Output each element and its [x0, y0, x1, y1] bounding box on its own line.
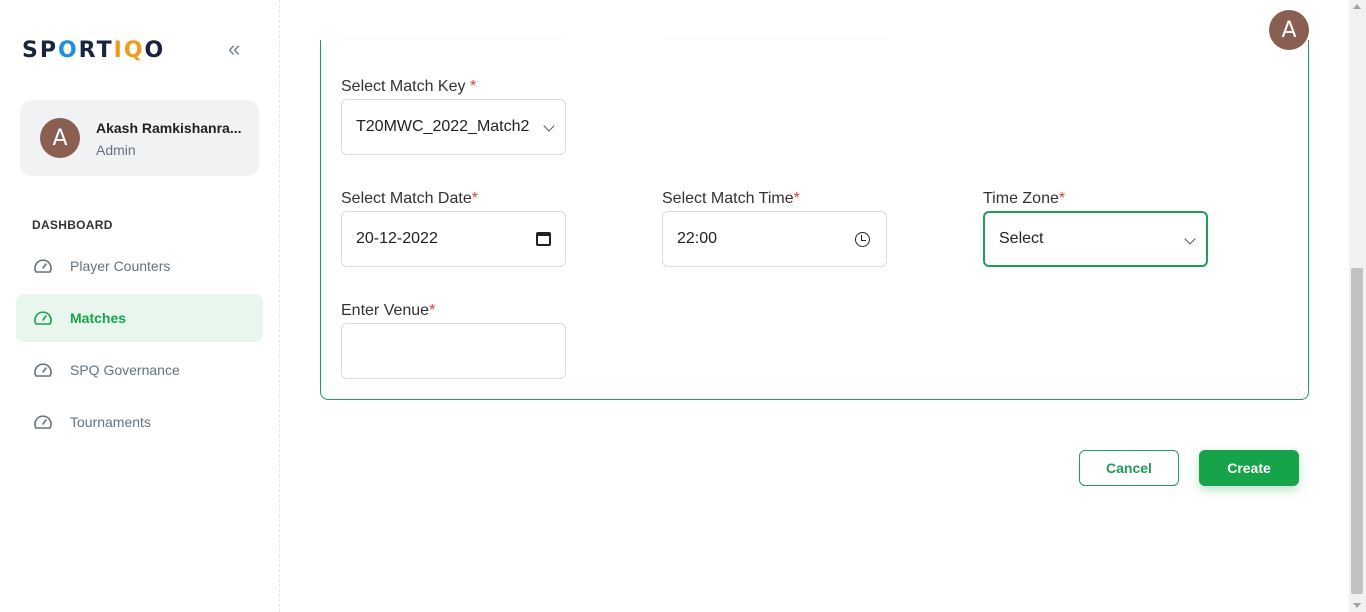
user-name: Akash Ramkishanra... [96, 120, 242, 136]
user-role: Admin [96, 142, 136, 158]
sidebar-item-label: Matches [70, 310, 127, 326]
scroll-down-icon[interactable] [1353, 603, 1361, 608]
chevron-down-icon [543, 120, 555, 132]
sportiqo-logo[interactable]: SPORTIQO [22, 38, 165, 63]
match-date-input[interactable]: 20-12-2022 [341, 211, 566, 267]
match-key-select[interactable]: T20MWC_2022_Match2 [341, 99, 566, 155]
match-key-label: Select Match Key * [341, 78, 477, 95]
match-time-value: 22:00 [677, 230, 718, 247]
scrollbar-thumb[interactable] [1351, 268, 1363, 594]
venue-input[interactable] [341, 323, 566, 379]
time-zone-value: Select [999, 230, 1044, 247]
sidebar: SPORTIQO « A Akash Ramkishanra... Admin … [0, 0, 280, 612]
match-key-value: T20MWC_2022_Match2 [356, 118, 530, 135]
user-avatar: A [40, 118, 80, 158]
calendar-icon[interactable] [536, 232, 551, 246]
sidebar-item-matches[interactable]: Matches [16, 294, 263, 342]
speedometer-icon [34, 259, 52, 273]
create-button[interactable]: Create [1199, 450, 1299, 486]
match-date-value: 20-12-2022 [356, 230, 438, 247]
match-time-label: Select Match Time* [662, 190, 800, 207]
sidebar-item-spq-governance[interactable]: SPQ Governance [16, 346, 263, 394]
scrolled-field-left [342, 0, 566, 40]
chevron-down-icon [1184, 233, 1196, 245]
sidebar-item-label: Player Counters [70, 258, 171, 274]
cancel-button[interactable]: Cancel [1079, 450, 1179, 486]
sidebar-item-player-counters[interactable]: Player Counters [16, 242, 263, 290]
time-zone-select[interactable]: Select [983, 211, 1208, 267]
clock-icon[interactable] [855, 232, 870, 247]
speedometer-icon [34, 415, 52, 429]
speedometer-icon [34, 311, 52, 325]
match-date-label: Select Match Date* [341, 190, 478, 207]
collapse-sidebar-icon[interactable]: « [228, 38, 240, 60]
scrolled-field-right [663, 0, 887, 40]
page-scrollbar[interactable] [1349, 0, 1366, 612]
scroll-up-icon[interactable] [1353, 4, 1361, 9]
match-time-input[interactable]: 22:00 [662, 211, 887, 267]
sidebar-item-label: SPQ Governance [70, 362, 180, 378]
sidebar-item-tournaments[interactable]: Tournaments [16, 398, 263, 446]
nav-section-label: DASHBOARD [32, 218, 113, 232]
speedometer-icon [34, 363, 52, 377]
user-card: A Akash Ramkishanra... Admin [20, 100, 259, 176]
sidebar-item-label: Tournaments [70, 414, 151, 430]
venue-label: Enter Venue* [341, 302, 436, 319]
time-zone-label: Time Zone* [983, 190, 1066, 207]
